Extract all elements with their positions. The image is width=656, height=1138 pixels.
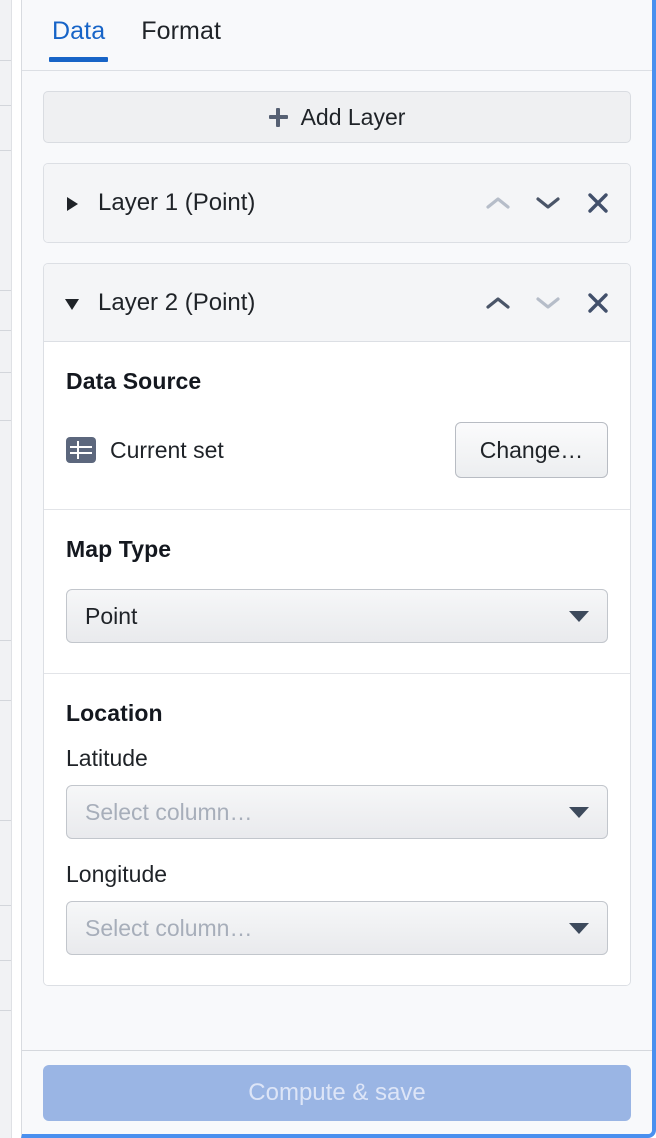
plus-icon bbox=[268, 107, 288, 127]
longitude-label: Longitude bbox=[66, 861, 168, 887]
layer-2-body: Data Source Current set Change… Map Type bbox=[44, 342, 630, 985]
tab-data-label: Data bbox=[52, 17, 106, 45]
close-icon bbox=[588, 193, 608, 213]
layer-1-actions bbox=[484, 189, 612, 217]
data-source-name: Current set bbox=[110, 436, 224, 463]
data-source-row: Current set Change… bbox=[66, 421, 608, 479]
layer-card-2: Layer 2 (Point) Data Source Current set … bbox=[43, 263, 631, 986]
section-location: Location Latitude Select column… Longitu… bbox=[44, 674, 630, 985]
latitude-value: Select column… bbox=[85, 798, 253, 825]
add-layer-button[interactable]: Add Layer bbox=[43, 91, 631, 143]
layer-2-title: Layer 2 (Point) bbox=[98, 288, 256, 316]
layers-side-panel: Data Format Add Layer Layer 1 (Point) La… bbox=[21, 0, 656, 1138]
tab-format-label: Format bbox=[141, 17, 221, 45]
chevron-down-icon bbox=[536, 197, 560, 209]
panel-tabbar: Data Format bbox=[22, 0, 652, 71]
section-map-type: Map Type Point bbox=[44, 510, 630, 674]
layer-2-move-down-button[interactable] bbox=[534, 289, 562, 317]
data-source-current: Current set bbox=[66, 437, 455, 464]
panel-footer: Compute & save bbox=[22, 1050, 652, 1134]
layer-1-title: Layer 1 (Point) bbox=[98, 189, 256, 216]
caret-down-icon bbox=[569, 806, 589, 818]
map-type-heading: Map Type bbox=[66, 536, 172, 562]
caret-down-icon bbox=[569, 922, 589, 934]
map-type-value: Point bbox=[85, 602, 138, 629]
latitude-select[interactable]: Select column… bbox=[66, 785, 608, 839]
data-source-heading: Data Source bbox=[66, 368, 202, 394]
longitude-select[interactable]: Select column… bbox=[66, 901, 608, 955]
layer-1-header[interactable]: Layer 1 (Point) bbox=[44, 164, 630, 242]
triangle-down-icon[interactable] bbox=[65, 294, 82, 312]
map-type-select[interactable]: Point bbox=[66, 589, 608, 643]
backdrop-gutter bbox=[12, 0, 21, 1138]
chevron-up-icon bbox=[486, 197, 510, 209]
panel-scroll-area[interactable]: Add Layer Layer 1 (Point) Layer 2 (Point… bbox=[22, 71, 652, 1050]
layer-1-move-up-button[interactable] bbox=[484, 189, 512, 217]
latitude-field: Latitude Select column… bbox=[66, 745, 608, 839]
layer-2-move-up-button[interactable] bbox=[484, 289, 512, 317]
layer-2-actions bbox=[484, 289, 612, 317]
add-layer-label: Add Layer bbox=[300, 103, 406, 130]
longitude-field: Longitude Select column… bbox=[66, 861, 608, 955]
layer-2-header[interactable]: Layer 2 (Point) bbox=[44, 264, 630, 342]
compute-and-save-button[interactable]: Compute & save bbox=[43, 1064, 631, 1121]
layer-2-remove-button[interactable] bbox=[584, 289, 612, 317]
location-heading: Location bbox=[66, 700, 163, 726]
change-data-source-button[interactable]: Change… bbox=[455, 422, 608, 478]
tab-format[interactable]: Format bbox=[123, 0, 239, 44]
chevron-up-icon bbox=[486, 296, 510, 309]
background-content-strip bbox=[0, 0, 12, 1138]
close-icon bbox=[588, 292, 608, 313]
triangle-right-icon[interactable] bbox=[66, 194, 82, 212]
chevron-down-icon bbox=[536, 296, 560, 309]
section-data-source: Data Source Current set Change… bbox=[44, 342, 630, 510]
layer-1-remove-button[interactable] bbox=[584, 189, 612, 217]
longitude-value: Select column… bbox=[85, 914, 253, 941]
caret-down-icon bbox=[569, 610, 589, 622]
layer-card-1: Layer 1 (Point) bbox=[43, 163, 631, 243]
tab-data[interactable]: Data bbox=[34, 0, 123, 62]
latitude-label: Latitude bbox=[66, 745, 148, 771]
table-icon bbox=[66, 437, 96, 463]
layer-1-move-down-button[interactable] bbox=[534, 189, 562, 217]
